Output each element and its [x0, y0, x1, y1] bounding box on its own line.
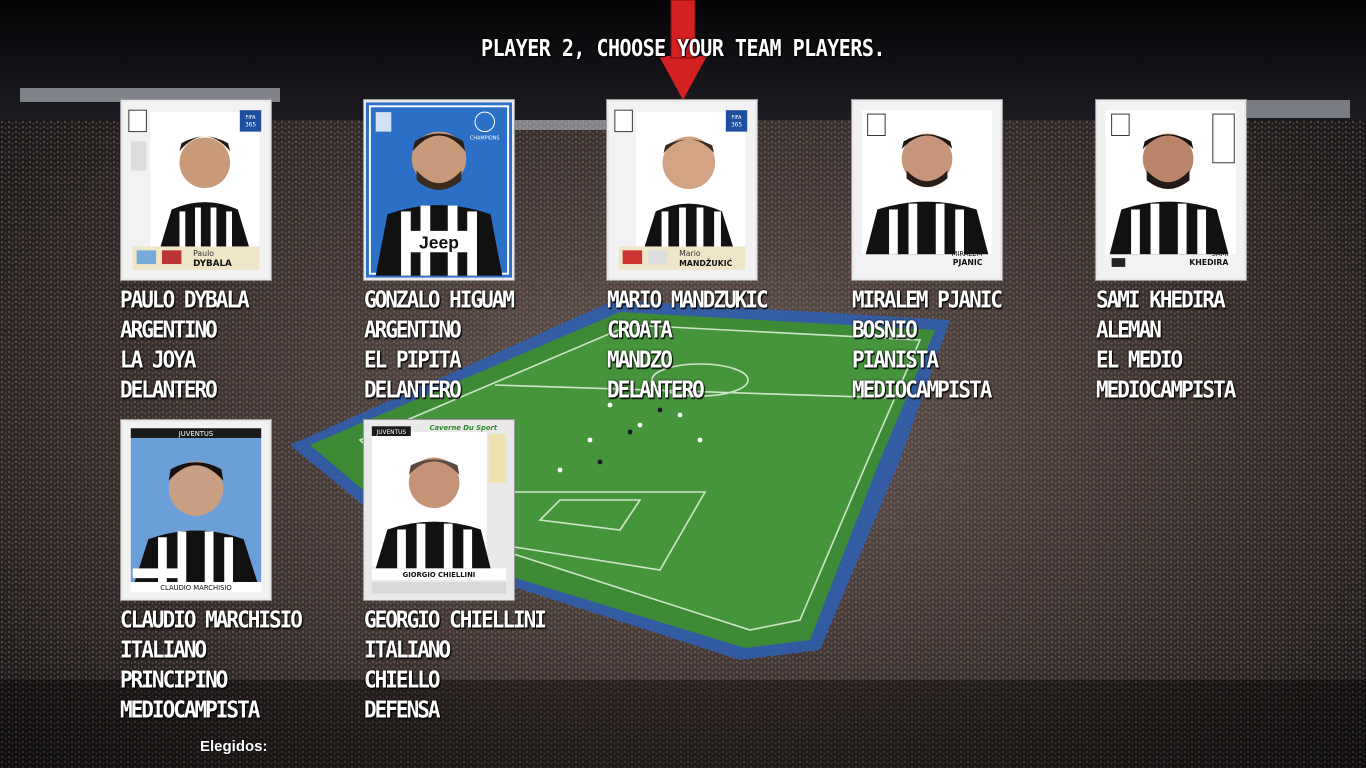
player-card-marchisio[interactable]: JUVENTUS CLAUDIO MARCHISIO: [121, 420, 271, 600]
player-name: MIRALEM PJANIC: [852, 286, 1003, 314]
svg-text:Jeep: Jeep: [419, 232, 459, 252]
player-card-dybala[interactable]: FIFA 365 Paulo DYBALA: [121, 100, 271, 280]
player-nickname: MANDZO: [607, 346, 673, 374]
player-nickname: LA JOYA: [120, 346, 197, 374]
player-position: DELANTERO: [120, 376, 218, 404]
svg-text:DYBALA: DYBALA: [193, 259, 232, 269]
svg-text:MANDŽUKIĆ: MANDŽUKIĆ: [679, 259, 733, 268]
svg-text:KHEDIRA: KHEDIRA: [1189, 258, 1228, 267]
player-position: DEFENSA: [364, 696, 441, 724]
marchisio-sticker-image: JUVENTUS CLAUDIO MARCHISIO: [123, 422, 269, 598]
svg-text:CHAMPIONS: CHAMPIONS: [470, 135, 499, 141]
player-nickname: PRINCIPINO: [120, 666, 228, 694]
svg-text:FIFA: FIFA: [246, 115, 257, 121]
player-country: ARGENTINO: [364, 316, 462, 344]
player-card-chiellini[interactable]: Caverne Du Sport JUVENTUS GIORGIO CHIELL…: [364, 420, 514, 600]
player-position: MEDIOCAMPISTA: [852, 376, 992, 404]
mandzukic-sticker-image: FIFA 365 Mario MANDŽUKIĆ: [609, 102, 755, 278]
player-name: PAULO DYBALA: [120, 286, 250, 314]
pjanic-sticker-image: MIRALEM PJANIC: [854, 102, 1000, 278]
player-country: BOSNIO: [852, 316, 918, 344]
svg-text:365: 365: [245, 123, 256, 129]
player-position: MEDIOCAMPISTA: [120, 696, 260, 724]
player-name: MARIO MANDZUKIC: [607, 286, 769, 314]
player-nickname: EL PIPITA: [364, 346, 462, 374]
player-nickname: CHIELLO: [364, 666, 441, 694]
player-info-khedira: SAMI KHEDIRA ALEMAN EL MEDIO MEDIOCAMPIS…: [1096, 285, 1296, 405]
svg-text:PJANIC: PJANIC: [953, 258, 983, 267]
player-name: GEORGIO CHIELLINI: [364, 606, 547, 634]
chiellini-sticker-image: Caverne Du Sport JUVENTUS GIORGIO CHIELL…: [366, 422, 512, 598]
higuain-sticker-image: Jeep CHAMPIONS: [366, 102, 512, 278]
player-country: ARGENTINO: [120, 316, 218, 344]
player-info-chiellini: GEORGIO CHIELLINI ITALIANO CHIELLO DEFEN…: [364, 605, 564, 725]
player-nickname: PIANISTA: [852, 346, 939, 374]
svg-text:Paulo: Paulo: [193, 249, 214, 258]
choose-players-prompt: PLAYER 2, CHOOSE YOUR TEAM PLAYERS.: [481, 34, 885, 62]
svg-text:Caverne Du Sport: Caverne Du Sport: [429, 424, 497, 432]
player-info-higuain: GONZALO HIGUAM ARGENTINO EL PIPITA DELAN…: [364, 285, 564, 405]
player-country: ITALIANO: [364, 636, 451, 664]
player-country: CROATA: [607, 316, 673, 344]
player-card-higuain[interactable]: Jeep CHAMPIONS: [364, 100, 514, 280]
player-name: SAMI KHEDIRA: [1096, 286, 1226, 314]
dybala-sticker-image: FIFA 365 Paulo DYBALA: [123, 102, 269, 278]
player-country: ITALIANO: [120, 636, 207, 664]
player-info-pjanic: MIRALEM PJANIC BOSNIO PIANISTA MEDIOCAMP…: [852, 285, 1052, 405]
player-position: DELANTERO: [364, 376, 462, 404]
svg-text:CLAUDIO MARCHISIO: CLAUDIO MARCHISIO: [160, 584, 232, 592]
player-card-pjanic[interactable]: MIRALEM PJANIC: [852, 100, 1002, 280]
player-position: MEDIOCAMPISTA: [1096, 376, 1236, 404]
player-info-dybala: PAULO DYBALA ARGENTINO LA JOYA DELANTERO: [120, 285, 320, 405]
svg-text:GIORGIO CHIELLINI: GIORGIO CHIELLINI: [403, 571, 476, 579]
player-nickname: EL MEDIO: [1096, 346, 1183, 374]
svg-text:JUVENTUS: JUVENTUS: [178, 430, 213, 438]
player-country: ALEMAN: [1096, 316, 1162, 344]
khedira-sticker-image: SAMI KHEDIRA: [1098, 102, 1244, 278]
svg-text:FIFA: FIFA: [732, 115, 743, 121]
chosen-players-label: Elegidos:: [200, 738, 268, 755]
player-card-mandzukic[interactable]: FIFA 365 Mario MANDŽUKIĆ: [607, 100, 757, 280]
player-position: DELANTERO: [607, 376, 705, 404]
svg-text:Mario: Mario: [679, 249, 701, 258]
player-name: GONZALO HIGUAM: [364, 286, 515, 314]
svg-text:365: 365: [731, 123, 742, 129]
player-card-khedira[interactable]: SAMI KHEDIRA: [1096, 100, 1246, 280]
player-name: CLAUDIO MARCHISIO: [120, 606, 303, 634]
svg-text:JUVENTUS: JUVENTUS: [376, 430, 407, 436]
player-info-mandzukic: MARIO MANDZUKIC CROATA MANDZO DELANTERO: [607, 285, 807, 405]
player-info-marchisio: CLAUDIO MARCHISIO ITALIANO PRINCIPINO ME…: [120, 605, 320, 725]
